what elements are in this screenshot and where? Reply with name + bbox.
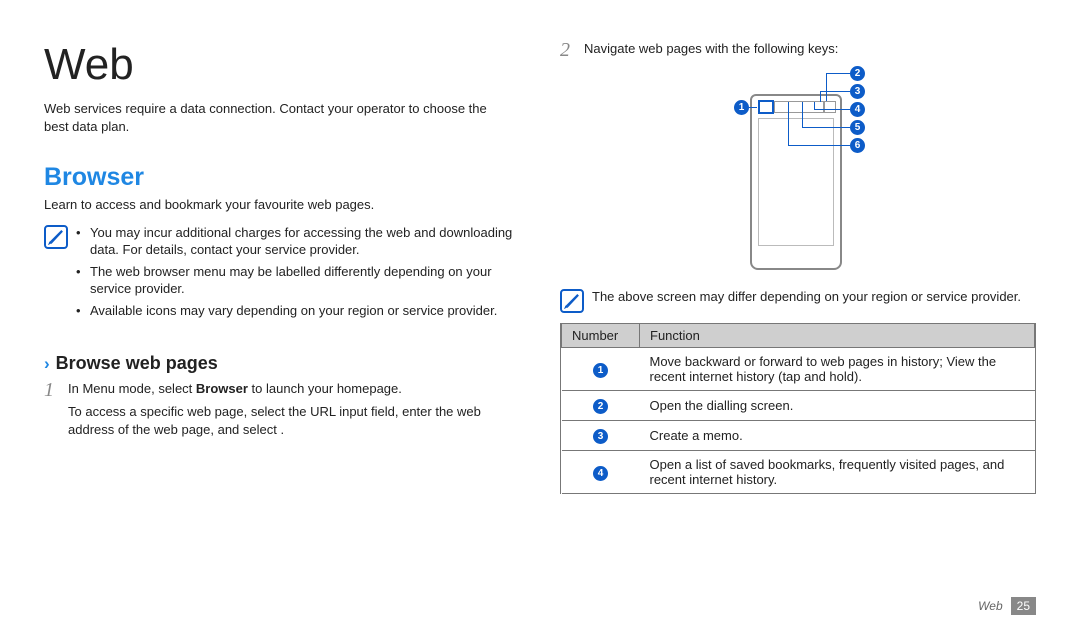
table-row: 2 Open the dialling screen. (562, 391, 1035, 421)
lead-line (802, 102, 803, 128)
function-table-wrap: Number Function 1 Move backward or forwa… (560, 323, 1036, 494)
row-function: Open a list of saved bookmarks, frequent… (640, 451, 1035, 494)
step-2: 2 Navigate web pages with the following … (560, 40, 1036, 60)
toolbar-middle (774, 101, 824, 113)
note-icon (44, 225, 68, 249)
callout-1: 1 (734, 100, 749, 115)
note-bullets: You may incur additional charges for acc… (76, 224, 520, 324)
table-row: 3 Create a memo. (562, 421, 1035, 451)
callout-6: 6 (850, 138, 865, 153)
step1-secondary: To access a specific web page, select th… (68, 403, 520, 439)
table-row: 1 Move backward or forward to web pages … (562, 348, 1035, 391)
lead-line (749, 107, 757, 108)
th-number: Number (562, 324, 640, 348)
step-body: In Menu mode, select Browser to launch y… (68, 380, 520, 439)
row-function: Open the dialling screen. (640, 391, 1035, 421)
footer-section: Web (978, 599, 1002, 613)
lead-line (814, 109, 850, 110)
lead-line (826, 73, 827, 101)
callout-3: 3 (850, 84, 865, 99)
phone-outline (750, 94, 842, 270)
note-text-right: The above screen may differ depending on… (592, 288, 1036, 306)
function-table: Number Function 1 Move backward or forwa… (561, 323, 1035, 494)
section-subtext: Learn to access and bookmark your favour… (44, 196, 520, 214)
lead-line (826, 73, 850, 74)
lead-line (788, 102, 789, 146)
row-dot: 1 (593, 363, 608, 378)
phone-diagram: 1 2 3 4 5 6 (560, 66, 1036, 276)
footer-page-number: 25 (1011, 597, 1036, 615)
step-number: 2 (560, 40, 576, 60)
right-column: 2 Navigate web pages with the following … (552, 40, 1036, 611)
step-1: 1 In Menu mode, select Browser to launch… (44, 380, 520, 439)
callout-5: 5 (850, 120, 865, 135)
intro-text: Web services require a data connection. … (44, 100, 504, 135)
note-icon (560, 289, 584, 313)
chevron-icon: › (44, 355, 50, 372)
th-function: Function (640, 324, 1035, 348)
row-function: Move backward or forward to web pages in… (640, 348, 1035, 391)
note-block-right: The above screen may differ depending on… (560, 288, 1036, 313)
note-block: You may incur additional charges for acc… (44, 224, 520, 324)
page-footer: Web 25 (978, 597, 1036, 615)
subheading-browse-web-pages: Browse web pages (56, 353, 218, 374)
note-bullet: The web browser menu may be labelled dif… (76, 263, 520, 298)
step1-text-post: to launch your homepage. (248, 381, 402, 396)
row-dot: 3 (593, 429, 608, 444)
step1-bold-browser: Browser (196, 381, 248, 396)
lead-line (802, 127, 850, 128)
table-row: 4 Open a list of saved bookmarks, freque… (562, 451, 1035, 494)
subheading-row: › Browse web pages (44, 353, 520, 374)
callout-4: 4 (850, 102, 865, 117)
lead-line (820, 91, 850, 92)
callout-2: 2 (850, 66, 865, 81)
toolbar-button-highlight (758, 100, 774, 114)
lead-line (820, 91, 821, 102)
manual-page: Web Web services require a data connecti… (0, 0, 1080, 629)
left-column: Web Web services require a data connecti… (44, 40, 528, 611)
page-title: Web (44, 40, 520, 90)
note-bullet: Available icons may vary depending on yo… (76, 302, 520, 320)
lead-line (788, 145, 850, 146)
row-dot: 4 (593, 466, 608, 481)
section-heading-browser: Browser (44, 163, 520, 192)
step2-text: Navigate web pages with the following ke… (584, 40, 1036, 58)
toolbar-plus (824, 101, 836, 113)
step-number: 1 (44, 380, 60, 400)
row-dot: 2 (593, 399, 608, 414)
row-function: Create a memo. (640, 421, 1035, 451)
step1-text-pre: In Menu mode, select (68, 381, 196, 396)
lead-line (814, 102, 815, 110)
note-bullet: You may incur additional charges for acc… (76, 224, 520, 259)
